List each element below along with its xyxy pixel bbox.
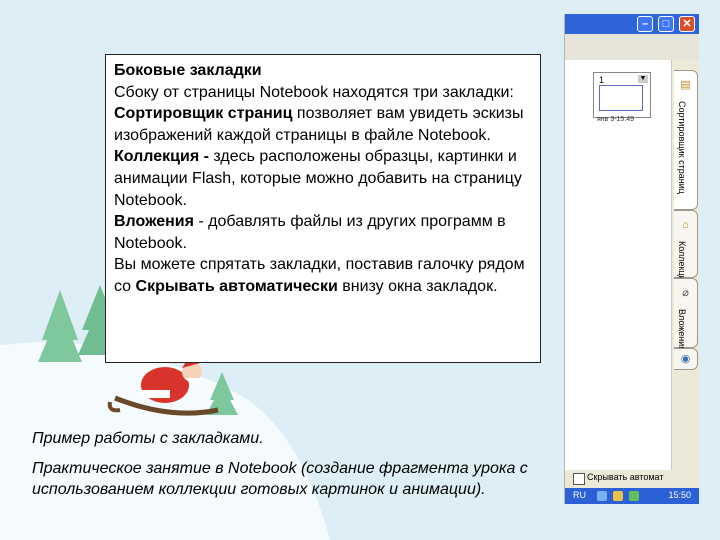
language-indicator[interactable]: RU bbox=[573, 490, 586, 500]
page-sorter-panel: 1 ▼ янв 3-15:49 bbox=[565, 60, 672, 470]
volume-icon[interactable] bbox=[613, 491, 623, 501]
page-sorter-icon: ▤ bbox=[680, 79, 691, 91]
sorter-description: Сортировщик страниц позволяет вам увидет… bbox=[114, 103, 532, 146]
paperclip-icon: ⌀ bbox=[682, 287, 689, 299]
side-tabs-info-box: Боковые закладки Сбоку от страницы Noteb… bbox=[105, 54, 541, 363]
network-icon[interactable] bbox=[597, 491, 607, 501]
tab-toggle[interactable]: ◉ bbox=[674, 348, 698, 370]
tab-attachments[interactable]: ⌀ Вложения bbox=[674, 278, 698, 352]
arrows-icon: ◉ bbox=[680, 353, 691, 365]
gallery-icon: ⌂ bbox=[682, 219, 689, 231]
tab-attachments-label: Вложения bbox=[677, 309, 687, 352]
hide-term: Скрывать автоматически bbox=[135, 277, 338, 295]
info-heading: Боковые закладки bbox=[114, 62, 262, 79]
hide-text-end: внизу окна закладок. bbox=[337, 277, 498, 295]
gallery-term: Коллекция - bbox=[114, 148, 214, 166]
attachments-term: Вложения bbox=[114, 213, 194, 231]
auto-hide-label: Скрывать автомат bbox=[587, 472, 664, 482]
sorter-term: Сортировщик страниц bbox=[114, 105, 293, 123]
example-caption: Пример работы с закладками. bbox=[32, 430, 264, 447]
tab-page-sorter-label: Сортировщик страниц bbox=[677, 101, 687, 194]
windows-taskbar: RU 15:50 bbox=[565, 488, 699, 504]
tray-app-icon[interactable] bbox=[629, 491, 639, 501]
auto-hide-checkbox[interactable] bbox=[573, 473, 585, 485]
thumbnail-caption: янв 3-15:49 bbox=[597, 116, 635, 123]
window-titlebar: – □ ✕ bbox=[565, 14, 699, 34]
toolbar-strip bbox=[565, 34, 699, 60]
tab-page-sorter[interactable]: ▤ Сортировщик страниц bbox=[674, 70, 698, 210]
maximize-button[interactable]: □ bbox=[658, 16, 674, 32]
minimize-button[interactable]: – bbox=[637, 16, 653, 32]
auto-hide-row: Скрывать автомат bbox=[565, 470, 699, 488]
chevron-down-icon[interactable]: ▼ bbox=[638, 75, 648, 83]
close-button[interactable]: ✕ bbox=[679, 16, 695, 32]
clock: 15:50 bbox=[668, 490, 691, 500]
attachments-description: Вложения - добавлять файлы из других про… bbox=[114, 211, 532, 254]
page-thumbnail[interactable]: 1 ▼ bbox=[593, 72, 651, 118]
side-tab-strip: ▤ Сортировщик страниц ⌂ Коллекция ⌀ Влож… bbox=[672, 60, 699, 470]
practice-caption: Практическое занятие в Notebook (создани… bbox=[32, 460, 528, 498]
thumbnail-preview bbox=[599, 85, 643, 111]
info-intro: Сбоку от страницы Notebook находятся три… bbox=[114, 83, 514, 101]
page-number: 1 bbox=[599, 75, 605, 85]
notebook-sidebar-screenshot: – □ ✕ 1 ▼ янв 3-15:49 ▤ Сортировщик стра… bbox=[564, 14, 699, 504]
auto-hide-description: Вы можете спрятать закладки, поставив га… bbox=[114, 254, 532, 297]
gallery-description: Коллекция - здесь расположены образцы, к… bbox=[114, 146, 532, 211]
tab-gallery[interactable]: ⌂ Коллекция bbox=[674, 210, 698, 286]
